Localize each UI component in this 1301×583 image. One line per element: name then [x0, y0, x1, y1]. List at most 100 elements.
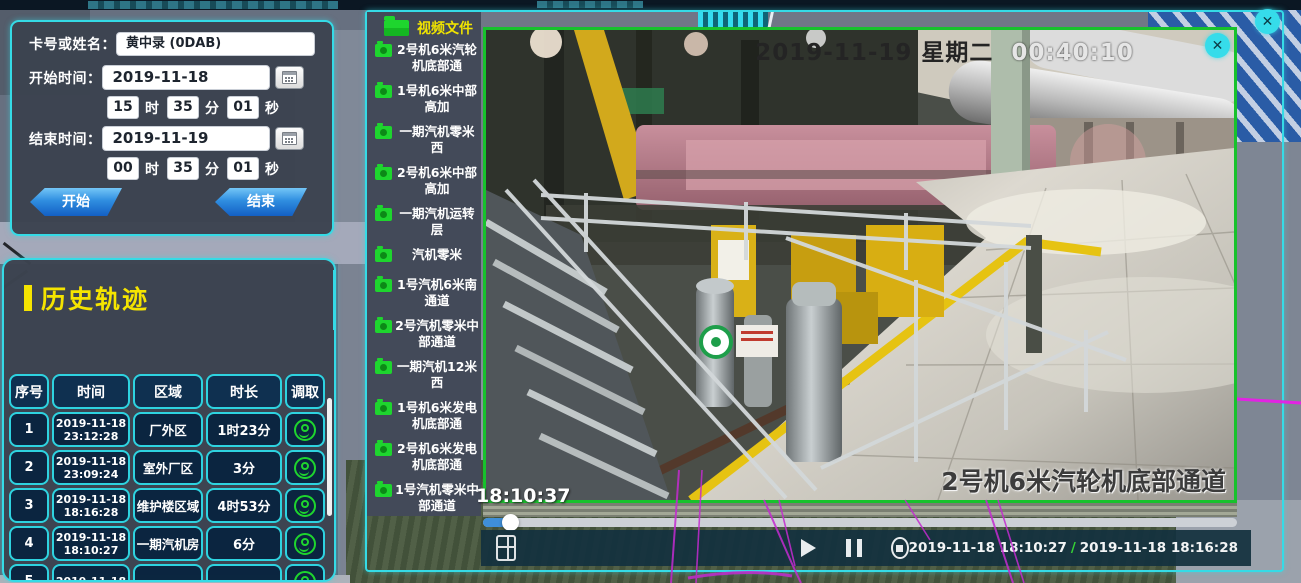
- video-files-title: 视频文件: [417, 18, 473, 38]
- range-end-time: 2019-11-18 18:16:28: [1080, 540, 1238, 556]
- start-time-label: 开始时间：: [29, 68, 102, 88]
- video-file-item[interactable]: 汽机零米: [367, 247, 481, 263]
- video-file-item[interactable]: 2号汽机零米中部通道: [367, 318, 481, 350]
- pause-icon[interactable]: [846, 539, 862, 557]
- col-header-seq: 序号: [9, 374, 49, 409]
- row-seq: 1: [9, 412, 49, 447]
- history-panel: 历史轨迹 序号 时间 区域 时长 调取 1 2019-11-1823:12:28…: [2, 258, 336, 582]
- fetch-video-button[interactable]: [285, 564, 325, 582]
- row-area: 厂外区: [133, 412, 203, 447]
- seek-bar[interactable]: [483, 518, 1237, 527]
- row-area: 室外厂区: [133, 450, 203, 485]
- end-minute-input[interactable]: 35: [167, 157, 199, 180]
- playback-range: 2019-11-18 18:10:27/2019-11-18 18:16:28: [909, 540, 1238, 556]
- video-osd-datetime: 2019-11-19 星期二 00:40:10: [755, 33, 1219, 67]
- end-hour-input[interactable]: 00: [107, 157, 139, 180]
- panel-edge-accent: [333, 270, 335, 330]
- end-time-label: 结束时间：: [29, 129, 102, 149]
- folder-icon: [384, 20, 409, 36]
- start-date-input[interactable]: 2019-11-18: [102, 65, 270, 90]
- row-duration: 3分: [206, 450, 282, 485]
- col-header-area: 区域: [133, 374, 203, 409]
- camera-icon: [375, 443, 392, 456]
- close-icon[interactable]: ✕: [1205, 33, 1230, 58]
- start-button[interactable]: 开始: [30, 188, 122, 216]
- second-unit-label: 秒: [265, 98, 279, 118]
- video-file-item[interactable]: 1号汽机零米中部通道: [367, 482, 481, 514]
- camera-icon: [375, 402, 392, 415]
- row-duration: 6分: [206, 526, 282, 561]
- video-file-item[interactable]: 一期汽机12米西: [367, 359, 481, 391]
- fetch-video-button[interactable]: [285, 526, 325, 561]
- row-area: [133, 564, 203, 582]
- video-osd-camera-name: 2号机6米汽轮机底部通道: [941, 462, 1226, 498]
- video-file-item[interactable]: 一期汽机运转层: [367, 206, 481, 238]
- col-header-duration: 时长: [206, 374, 282, 409]
- video-file-item[interactable]: 1号汽机6米南通道: [367, 277, 481, 309]
- title-bar-accent: [24, 285, 32, 311]
- camera-icon: [375, 44, 392, 57]
- seek-bar-handle[interactable]: [502, 514, 519, 531]
- range-separator: /: [1067, 540, 1080, 556]
- camera-icon: [375, 249, 392, 262]
- camera-icon: [375, 484, 392, 497]
- video-osd-clock: 00:40:10: [1011, 40, 1133, 66]
- start-date-calendar-button[interactable]: [275, 66, 304, 89]
- video-file-item[interactable]: 2号机6米汽轮机底部通: [367, 42, 481, 74]
- row-area: 维护楼区域: [133, 488, 203, 523]
- history-scrollbar[interactable]: [327, 398, 332, 516]
- row-datetime: 2019-11-1823:09:24: [52, 450, 130, 485]
- row-datetime: 2019-11-1823:12:28: [52, 412, 130, 447]
- card-name-input[interactable]: 黄中录 (0DAB): [116, 32, 315, 56]
- video-file-item[interactable]: 一期汽机零米西: [367, 124, 481, 156]
- webcam-icon: [294, 495, 316, 517]
- history-title: 历史轨迹: [41, 280, 149, 316]
- camera-icon: [375, 167, 392, 180]
- row-area: 一期汽机房: [133, 526, 203, 561]
- close-icon[interactable]: ✕: [1255, 9, 1280, 34]
- webcam-icon: [294, 419, 316, 441]
- history-table: 序号 时间 区域 时长 调取 1 2019-11-1823:12:28 厂外区 …: [9, 374, 327, 582]
- video-file-item[interactable]: 1号机6米发电机底部通: [367, 400, 481, 432]
- hour-unit-label: 时: [145, 159, 159, 179]
- video-file-list: 视频文件 2号机6米汽轮机底部通 1号机6米中部高加 一期汽机零米西 2号机6米…: [367, 12, 481, 516]
- camera-icon: [375, 208, 392, 221]
- row-duration: [206, 564, 282, 582]
- row-seq: 4: [9, 526, 49, 561]
- fetch-video-button[interactable]: [285, 450, 325, 485]
- camera-icon: [375, 279, 392, 292]
- calendar-icon: [282, 71, 297, 84]
- row-seq: 3: [9, 488, 49, 523]
- range-start-time: 2019-11-18 18:10:27: [909, 540, 1067, 556]
- calendar-icon: [282, 132, 297, 145]
- camera-icon: [375, 361, 392, 374]
- stop-icon[interactable]: [891, 537, 908, 559]
- col-header-time: 时间: [52, 374, 130, 409]
- start-second-input[interactable]: 01: [227, 96, 259, 119]
- video-file-list-header: 视频文件: [367, 12, 481, 42]
- camera-icon: [375, 126, 392, 139]
- fetch-video-button[interactable]: [285, 412, 325, 447]
- end-button[interactable]: 结束: [215, 188, 307, 216]
- start-minute-input[interactable]: 35: [167, 96, 199, 119]
- end-date-calendar-button[interactable]: [275, 127, 304, 150]
- col-header-fetch: 调取: [285, 374, 325, 409]
- row-seq: 5: [9, 564, 49, 582]
- second-unit-label: 秒: [265, 159, 279, 179]
- row-datetime: 2019-11-1818:16:28: [52, 488, 130, 523]
- play-icon[interactable]: [801, 539, 816, 557]
- panel-corner-accent: [150, 234, 325, 236]
- video-file-item[interactable]: 2号机6米发电机底部通: [367, 441, 481, 473]
- start-hour-input[interactable]: 15: [107, 96, 139, 119]
- webcam-icon: [294, 533, 316, 555]
- end-second-input[interactable]: 01: [227, 157, 259, 180]
- video-file-item[interactable]: 1号机6米中部高加: [367, 83, 481, 115]
- video-player[interactable]: 2019-11-19 星期二 00:40:10 2号机6米汽轮机底部通道 ✕: [483, 27, 1237, 503]
- scene-strip: [483, 503, 1237, 517]
- fetch-video-button[interactable]: [285, 488, 325, 523]
- end-date-input[interactable]: 2019-11-19: [102, 126, 270, 151]
- grid-layout-icon[interactable]: [496, 535, 516, 561]
- row-seq: 2: [9, 450, 49, 485]
- video-file-item[interactable]: 2号机6米中部高加: [367, 165, 481, 197]
- row-duration: 4时53分: [206, 488, 282, 523]
